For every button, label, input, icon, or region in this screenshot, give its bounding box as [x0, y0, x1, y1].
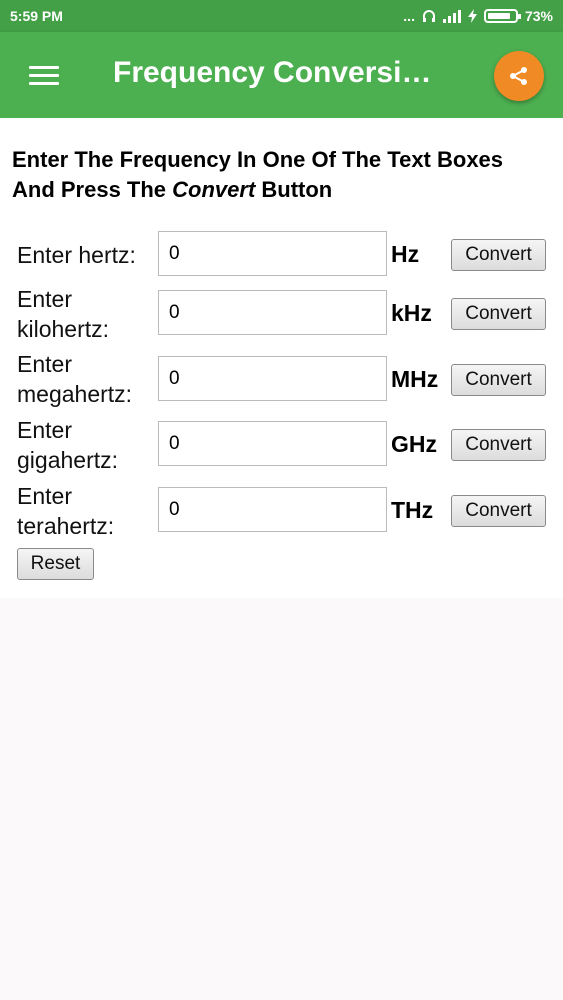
convert-hertz-button[interactable]: Convert	[451, 239, 546, 271]
instructions-heading: Enter The Frequency In One Of The Text B…	[12, 145, 557, 205]
more-notifications-icon: ...	[403, 8, 415, 24]
signal-icon	[442, 9, 461, 23]
status-bar: 5:59 PM ... 73%	[0, 0, 563, 32]
gigahertz-unit: GHz	[391, 431, 437, 457]
terahertz-unit: THz	[391, 497, 434, 523]
kilohertz-label: Enter kilohertz:	[17, 286, 110, 342]
reset-button[interactable]: Reset	[17, 548, 94, 580]
convert-gigahertz-button[interactable]: Convert	[451, 429, 546, 461]
app-title: Frequency Conversion...	[113, 56, 448, 89]
megahertz-input[interactable]	[158, 356, 387, 401]
instructions-line-1: Enter The Frequency In One Of The Text B…	[12, 147, 504, 172]
share-icon	[510, 67, 527, 85]
kilohertz-unit: kHz	[391, 300, 432, 326]
megahertz-label: Enter megahertz:	[17, 351, 133, 407]
convert-emphasis: Convert	[172, 177, 256, 202]
convert-megahertz-button[interactable]: Convert	[451, 364, 546, 396]
terahertz-input[interactable]	[158, 487, 387, 532]
gigahertz-input[interactable]	[158, 421, 387, 466]
status-time: 5:59 PM	[10, 8, 63, 24]
share-button[interactable]	[494, 51, 544, 101]
charging-icon	[467, 9, 477, 23]
hertz-unit: Hz	[391, 241, 420, 267]
hertz-label: Enter hertz:	[17, 242, 136, 268]
converter-form: Enter The Frequency In One Of The Text B…	[0, 118, 563, 598]
headphones-icon	[422, 10, 435, 22]
kilohertz-input[interactable]	[158, 290, 387, 335]
status-icons: ... 73%	[403, 8, 553, 24]
gigahertz-label: Enter gigahertz:	[17, 417, 119, 473]
instructions-line-2: And Press The Convert Button	[12, 177, 333, 202]
hamburger-menu-icon[interactable]	[29, 66, 59, 86]
megahertz-unit: MHz	[391, 366, 439, 392]
battery-icon	[483, 9, 521, 23]
terahertz-label: Enter terahertz:	[17, 483, 115, 539]
battery-percent: 73%	[524, 8, 553, 24]
convert-terahertz-button[interactable]: Convert	[451, 495, 546, 527]
hertz-input[interactable]	[158, 231, 387, 276]
app-bar: Frequency Conversion...	[0, 32, 563, 118]
convert-kilohertz-button[interactable]: Convert	[451, 298, 546, 330]
